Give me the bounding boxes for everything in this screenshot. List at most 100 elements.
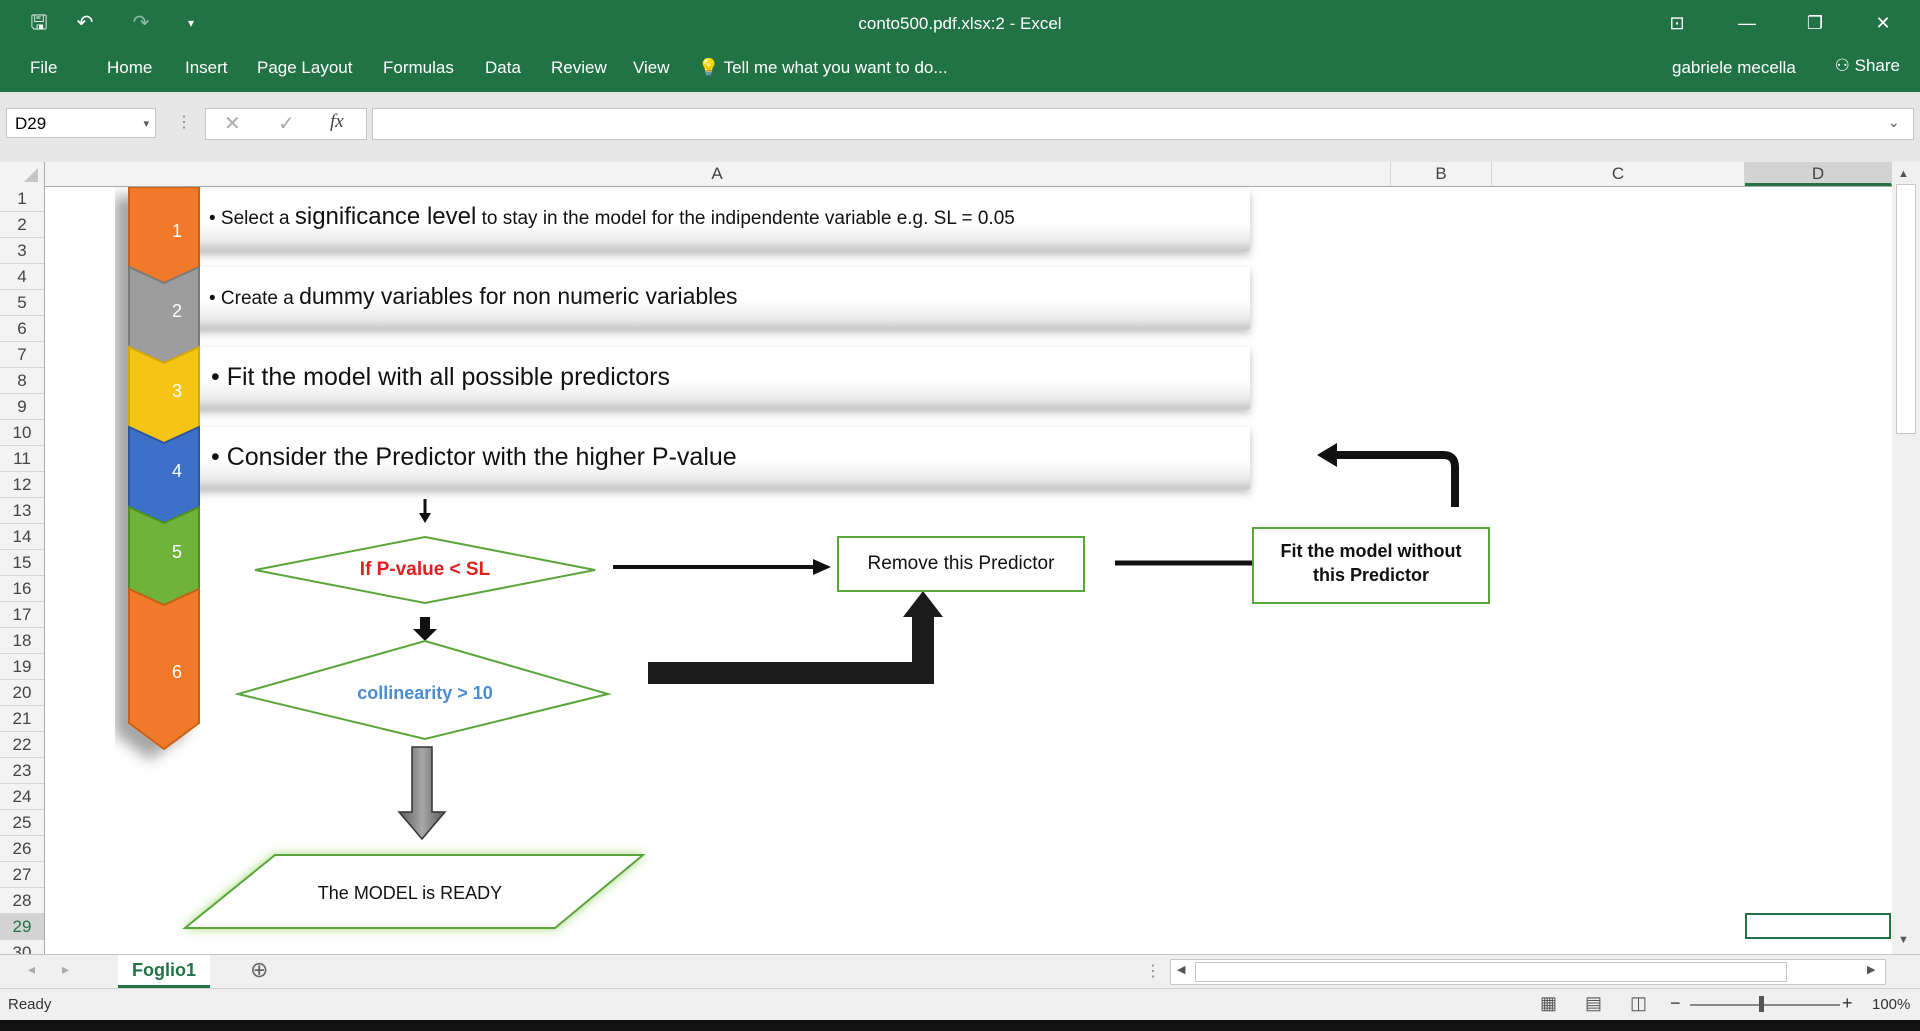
splitter-handle-icon[interactable]: ⋮ (1145, 961, 1161, 981)
column-header-b[interactable]: B (1391, 162, 1492, 186)
user-name[interactable]: gabriele mecella (1672, 58, 1796, 78)
horizontal-scrollbar[interactable]: ◀ ▶ (1170, 959, 1886, 985)
scroll-down-icon[interactable]: ▼ (1898, 934, 1909, 946)
tell-me-box[interactable]: 💡 Tell me what you want to do... (698, 58, 948, 78)
ribbon-tabs: File Home Insert Page Layout Formulas Da… (0, 48, 1920, 92)
name-box-value: D29 (15, 114, 47, 133)
title-bar: 🖫 ↶ ↷ ▾ conto500.pdf.xlsx:2 - Excel ⊡ — … (0, 0, 1920, 48)
tab-file[interactable]: File (30, 58, 57, 78)
row-header-5[interactable]: 5 (0, 290, 44, 316)
row-header-25[interactable]: 25 (0, 810, 44, 836)
row-header-2[interactable]: 2 (0, 212, 44, 238)
row-header-1[interactable]: 1 (0, 186, 44, 212)
row-header-23[interactable]: 23 (0, 758, 44, 784)
sheet-tab-foglio1[interactable]: Foglio1 (118, 955, 210, 988)
row-header-15[interactable]: 15 (0, 550, 44, 576)
column-header-c[interactable]: C (1492, 162, 1745, 186)
zoom-slider-thumb[interactable] (1759, 996, 1764, 1012)
add-sheet-icon[interactable]: ⊕ (250, 957, 268, 983)
share-label: Share (1854, 56, 1900, 75)
page-break-view-icon[interactable]: ◫ (1630, 993, 1647, 1014)
person-icon: ⚇ (1834, 56, 1850, 75)
row-header-19[interactable]: 19 (0, 654, 44, 680)
tab-home[interactable]: Home (107, 58, 152, 78)
row-header-4[interactable]: 4 (0, 264, 44, 290)
expand-formula-icon[interactable]: ⌄ (1888, 114, 1900, 131)
share-button[interactable]: ⚇ Share (1835, 56, 1900, 76)
row-header-9[interactable]: 9 (0, 394, 44, 420)
row-header-18[interactable]: 18 (0, 628, 44, 654)
window-title: conto500.pdf.xlsx:2 - Excel (858, 14, 1062, 33)
zoom-in-button[interactable]: + (1842, 993, 1853, 1014)
row-header-26[interactable]: 26 (0, 836, 44, 862)
row-header-16[interactable]: 16 (0, 576, 44, 602)
tab-insert[interactable]: Insert (185, 58, 228, 78)
status-ready: Ready (8, 996, 52, 1013)
restore-button[interactable]: ❐ (1792, 8, 1838, 38)
row-header-21[interactable]: 21 (0, 706, 44, 732)
row-header-11[interactable]: 11 (0, 446, 44, 472)
tab-page-layout[interactable]: Page Layout (257, 58, 352, 78)
remove-predictor-box[interactable]: Remove this Predictor (837, 536, 1085, 592)
row-header-22[interactable]: 22 (0, 732, 44, 758)
row-header-3[interactable]: 3 (0, 238, 44, 264)
tab-view[interactable]: View (633, 58, 670, 78)
formula-input[interactable] (372, 108, 1914, 140)
status-bar: Ready ▦ ▤ ◫ − + 100% (0, 988, 1920, 1021)
close-button[interactable]: ✕ (1860, 8, 1906, 38)
sheet-next-icon[interactable]: ▸ (62, 961, 69, 978)
name-box[interactable]: D29 ▾ (6, 108, 156, 138)
vertical-scroll-thumb[interactable] (1896, 184, 1916, 434)
cancel-icon[interactable]: ✕ (224, 111, 241, 136)
select-all-triangle-icon (24, 168, 38, 182)
column-header-d[interactable]: D (1745, 162, 1892, 186)
row-header-27[interactable]: 27 (0, 862, 44, 888)
horizontal-scroll-thumb[interactable] (1195, 962, 1787, 982)
row-header-20[interactable]: 20 (0, 680, 44, 706)
minimize-button[interactable]: — (1724, 8, 1770, 38)
formula-buttons: ✕ ✓ fx (205, 108, 367, 140)
ribbon-options-icon[interactable]: ⊡ (1654, 8, 1700, 38)
row-header-28[interactable]: 28 (0, 888, 44, 914)
selected-cell[interactable] (1745, 913, 1891, 939)
zoom-level[interactable]: 100% (1872, 996, 1910, 1013)
model-ready-label: The MODEL is READY (317, 883, 503, 903)
collinearity-label: collinearity > 10 (357, 683, 493, 703)
row-header-8[interactable]: 8 (0, 368, 44, 394)
arrow-down-small-1 (419, 499, 431, 523)
tab-data[interactable]: Data (485, 58, 521, 78)
scroll-right-icon[interactable]: ▶ (1867, 963, 1875, 976)
select-all-corner[interactable] (0, 162, 45, 186)
chevron-down-icon[interactable]: ▾ (143, 109, 149, 139)
tell-me-label: Tell me what you want to do... (723, 58, 948, 77)
sheet-prev-icon[interactable]: ◂ (28, 961, 35, 978)
zoom-slider-track[interactable] (1690, 1004, 1840, 1006)
row-header-14[interactable]: 14 (0, 524, 44, 550)
vertical-scrollbar[interactable]: ▲ ▼ (1892, 162, 1920, 954)
row-header-6[interactable]: 6 (0, 316, 44, 342)
column-headers: A B C D (0, 162, 1892, 187)
enter-check-icon[interactable]: ✓ (278, 111, 295, 136)
sheet-tab-bar: ◂ ▸ Foglio1 ⊕ ⋮ ◀ ▶ (0, 954, 1920, 989)
row-header-29[interactable]: 29 (0, 914, 44, 940)
row-header-12[interactable]: 12 (0, 472, 44, 498)
tab-review[interactable]: Review (551, 58, 607, 78)
normal-view-icon[interactable]: ▦ (1540, 993, 1557, 1014)
row-header-7[interactable]: 7 (0, 342, 44, 368)
formula-bar: D29 ▾ ⋮ ✕ ✓ fx ⌄ (0, 92, 1920, 162)
drag-handle-icon[interactable]: ⋮ (176, 112, 192, 132)
page-layout-view-icon[interactable]: ▤ (1585, 993, 1602, 1014)
column-header-a[interactable]: A (44, 162, 1391, 186)
worksheet-grid[interactable]: 1 2 3 4 5 6 • Select a significance leve… (45, 187, 1892, 954)
scroll-left-icon[interactable]: ◀ (1177, 963, 1185, 976)
row-header-13[interactable]: 13 (0, 498, 44, 524)
tab-formulas[interactable]: Formulas (383, 58, 454, 78)
insert-function-icon[interactable]: fx (330, 111, 344, 133)
scroll-up-icon[interactable]: ▲ (1898, 168, 1909, 180)
zoom-out-button[interactable]: − (1670, 993, 1681, 1014)
row-header-17[interactable]: 17 (0, 602, 44, 628)
row-header-10[interactable]: 10 (0, 420, 44, 446)
fit-without-box[interactable]: Fit the model without this Predictor (1252, 527, 1490, 604)
taskbar-strip (0, 1020, 1920, 1031)
row-header-24[interactable]: 24 (0, 784, 44, 810)
